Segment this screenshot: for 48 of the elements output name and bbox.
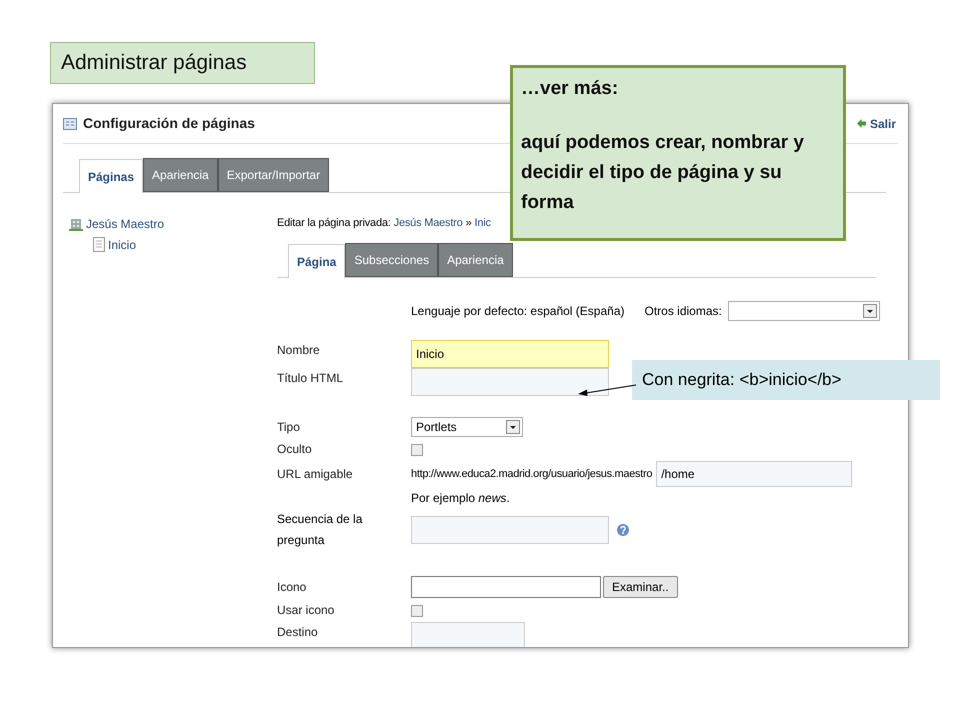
window-icon xyxy=(63,118,77,130)
panel-title: Configuración de páginas xyxy=(83,114,255,133)
url-field[interactable]: /home xyxy=(656,461,852,487)
tab[interactable]: Página xyxy=(288,244,346,278)
breadcrumb-separator: » xyxy=(466,216,472,232)
url-prefix: http://www.educa2.madrid.org/usuario/jesus.maestro xyxy=(411,466,652,482)
field-label: Nombre xyxy=(277,342,321,359)
hint-text: Por ejemplo news. xyxy=(411,490,510,507)
tab[interactable]: Subsecciones xyxy=(345,243,438,277)
checkbox[interactable] xyxy=(411,604,423,616)
tab[interactable]: Apariencia xyxy=(143,158,218,192)
field-label: Título HTML xyxy=(277,370,344,387)
annotation-label: Con negrita: <b>inicio</b> xyxy=(632,360,940,400)
text-field[interactable] xyxy=(411,622,525,647)
tree-item[interactable]: Jesús Maestro xyxy=(86,218,164,230)
callout-text: aquí podemos crear, nombrar y decidir el tipo de página y su forma xyxy=(521,131,805,215)
file-field[interactable] xyxy=(411,576,601,598)
text-field[interactable]: Inicio xyxy=(411,340,609,368)
breadcrumb-label: Editar la página privada: xyxy=(277,216,391,232)
building-icon xyxy=(69,216,83,230)
field-label: Usar icono xyxy=(277,602,336,619)
slide-title: Administrar páginas xyxy=(50,42,315,84)
field-label: Destino xyxy=(277,624,319,641)
field-label: URL amigable xyxy=(277,466,354,482)
help-icon[interactable] xyxy=(617,524,629,536)
other-languages-label: Otros idiomas: xyxy=(644,303,722,320)
text-field[interactable] xyxy=(411,368,609,396)
field-label: Icono xyxy=(277,578,308,596)
breadcrumb-link[interactable]: Jesús Maestro xyxy=(394,215,463,232)
leader-line xyxy=(578,384,636,398)
field-label: Secuencia de la pregunta xyxy=(277,511,364,549)
field-label: Tipo xyxy=(277,418,301,436)
default-language-text: Lenguaje por defecto: español (España) xyxy=(411,303,624,320)
callout-heading: …ver más: xyxy=(521,77,620,101)
back-arrow-icon xyxy=(856,119,866,128)
select-field[interactable]: Portlets xyxy=(411,417,523,437)
browse-button[interactable]: Examinar.. xyxy=(603,576,678,598)
text-field[interactable] xyxy=(411,516,609,544)
tab[interactable]: Páginas xyxy=(79,159,144,193)
tab[interactable]: Apariencia xyxy=(438,243,513,277)
exit-link[interactable]: Salir xyxy=(856,114,896,132)
language-select[interactable] xyxy=(728,301,880,321)
page-icon xyxy=(93,237,105,252)
tab[interactable]: Exportar/Importar xyxy=(218,158,330,192)
field-label: Oculto xyxy=(277,441,313,458)
checkbox[interactable] xyxy=(411,444,423,456)
breadcrumb-link[interactable]: Inic xyxy=(474,215,491,232)
tree-item[interactable]: Inicio xyxy=(108,238,136,250)
